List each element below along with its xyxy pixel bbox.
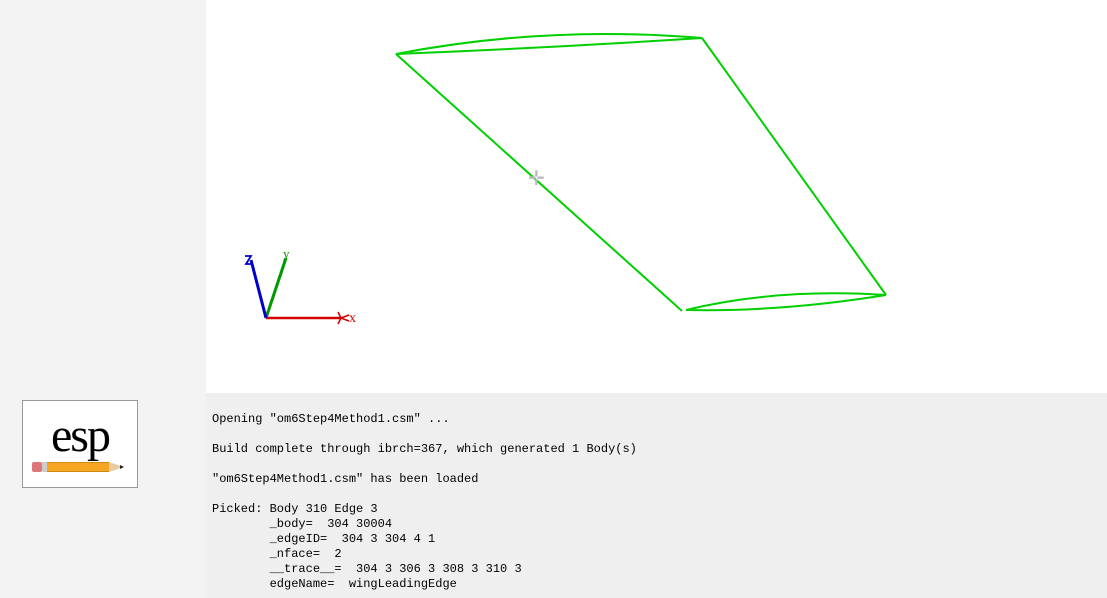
console-line: _nface= 2 — [212, 547, 342, 561]
viewport-3d[interactable]: ✛ x y — [206, 0, 1107, 393]
console-line: "om6Step4Method1.csm" has been loaded — [212, 472, 478, 486]
console-line: edgeName= wingLeadingEdge — [212, 577, 457, 591]
pencil-icon — [32, 460, 128, 474]
console-line: Picked: Body 310 Edge 3 — [212, 502, 378, 516]
console-line: _edgeID= 304 3 304 4 1 — [212, 532, 435, 546]
console-line: Opening "om6Step4Method1.csm" ... — [212, 412, 450, 426]
main-area: ✛ x y Opening "om6Step4Method1.csm" ... … — [206, 0, 1107, 598]
axis-triad: x y — [241, 248, 361, 338]
app-logo: esp — [22, 400, 138, 488]
axis-y-label: y — [283, 248, 290, 261]
console-output[interactable]: Opening "om6Step4Method1.csm" ... Build … — [206, 393, 1107, 598]
sidebar: esp — [0, 0, 206, 598]
console-line: __trace__= 304 3 306 3 308 3 310 3 — [212, 562, 522, 576]
console-line: _body= 304 30004 — [212, 517, 392, 531]
axis-x-label: x — [349, 311, 356, 326]
console-line: Build complete through ibrch=367, which … — [212, 442, 637, 456]
app-logo-text: esp — [51, 414, 109, 457]
